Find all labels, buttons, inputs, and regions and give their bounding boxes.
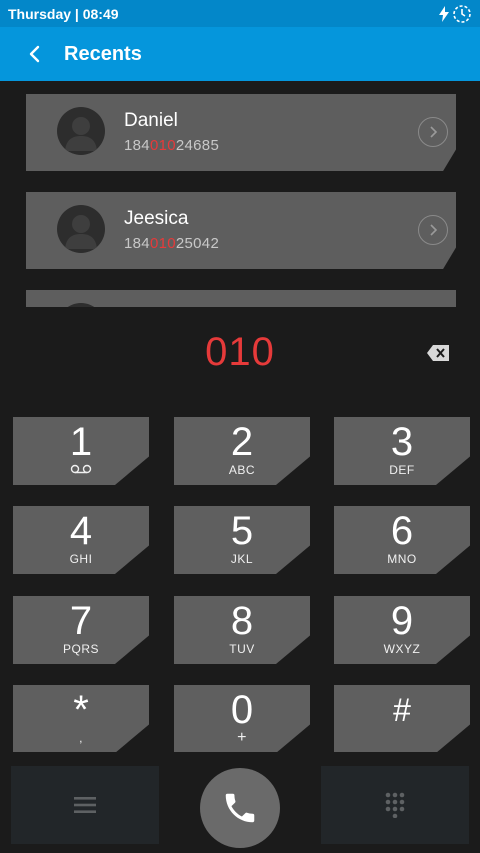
key-digit: 5 xyxy=(230,509,254,553)
avatar xyxy=(57,107,105,155)
chevron-left-icon xyxy=(29,45,40,63)
app-bar: Recents xyxy=(0,27,480,81)
person-icon xyxy=(65,117,97,151)
entered-number: 010 xyxy=(205,330,275,374)
voicemail-icon xyxy=(70,464,92,474)
number-prefix: 184 xyxy=(124,137,150,154)
status-time: Thursday | 08:49 xyxy=(8,5,119,22)
call-button[interactable] xyxy=(200,768,280,848)
contact-number: 18401025042 xyxy=(124,235,219,252)
status-icons xyxy=(439,4,472,24)
key-digit: 0 xyxy=(230,688,254,732)
key-digit: 7 xyxy=(69,599,93,643)
chevron-right-icon xyxy=(430,126,438,138)
key-digit: * xyxy=(73,688,89,732)
menu-icon xyxy=(74,797,96,813)
avatar xyxy=(57,205,105,253)
status-bar: Thursday | 08:49 xyxy=(0,0,480,27)
phone-icon xyxy=(225,793,255,823)
recents-list[interactable]: Daniel 18401024685 Jeesica 18401025042 xyxy=(0,81,480,307)
charging-icon xyxy=(439,5,449,22)
key-digit: 4 xyxy=(69,509,93,553)
chevron-right-icon xyxy=(430,224,438,236)
backspace-icon xyxy=(427,345,449,361)
number-suffix: 25042 xyxy=(175,235,220,252)
number-suffix: 24685 xyxy=(175,137,220,154)
contact-item[interactable] xyxy=(26,290,456,307)
menu-button[interactable] xyxy=(11,766,159,844)
key-digit: 6 xyxy=(390,509,414,553)
bottom-bar xyxy=(0,752,480,853)
contact-number: 18401024685 xyxy=(124,137,219,154)
dialpad-toggle-button[interactable] xyxy=(321,766,469,844)
key-digit: 1 xyxy=(69,420,93,464)
key-digit: 2 xyxy=(230,420,254,464)
number-prefix: 184 xyxy=(124,235,150,252)
number-match: 010 xyxy=(149,137,176,154)
contact-details-button[interactable] xyxy=(418,117,448,147)
contact-item[interactable]: Daniel 18401024685 xyxy=(26,94,456,171)
key-digit: 9 xyxy=(390,599,414,643)
key-digit: # xyxy=(393,692,411,728)
back-button[interactable] xyxy=(0,27,70,81)
key-digit: 8 xyxy=(230,599,254,643)
page-title: Recents xyxy=(64,42,142,65)
contact-item[interactable]: Jeesica 18401025042 xyxy=(26,192,456,269)
sync-icon xyxy=(453,4,471,23)
contact-name: Jeesica xyxy=(124,208,189,229)
key-digit: 3 xyxy=(390,420,414,464)
contact-name: Daniel xyxy=(124,110,178,131)
number-display: 010 xyxy=(0,312,480,398)
number-match: 010 xyxy=(149,235,176,252)
person-icon xyxy=(65,215,97,249)
backspace-button[interactable] xyxy=(426,344,450,362)
contact-details-button[interactable] xyxy=(418,215,448,245)
dialpad-icon xyxy=(385,792,405,818)
